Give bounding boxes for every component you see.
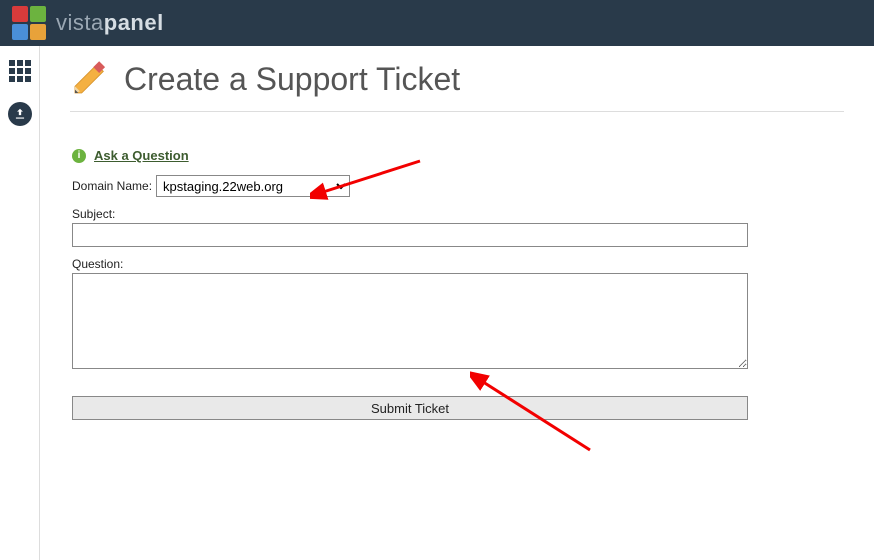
apps-grid-icon[interactable] [9, 60, 31, 82]
ticket-form: i Ask a Question Domain Name: kpstaging.… [70, 148, 750, 420]
brand-part2: panel [104, 10, 164, 35]
pencil-icon [70, 58, 110, 101]
submit-ticket-button[interactable]: Submit Ticket [72, 396, 748, 420]
topbar: vistapanel [0, 0, 874, 46]
domain-label: Domain Name: [72, 179, 152, 193]
question-textarea[interactable] [72, 273, 748, 369]
domain-row: Domain Name: kpstaging.22web.org [72, 175, 748, 197]
brand-text: vistapanel [56, 10, 164, 36]
question-label: Question: [72, 257, 123, 271]
logo-icon [12, 6, 46, 40]
left-nav [0, 46, 40, 560]
domain-select[interactable]: kpstaging.22web.org [156, 175, 350, 197]
brand-part1: vista [56, 10, 104, 35]
subject-label: Subject: [72, 207, 115, 221]
page-header: Create a Support Ticket [70, 58, 844, 112]
page-title: Create a Support Ticket [124, 61, 460, 98]
info-icon: i [72, 149, 86, 163]
subject-input[interactable] [72, 223, 748, 247]
ask-question-row: i Ask a Question [72, 148, 748, 163]
question-row: Question: [72, 257, 748, 372]
upload-icon[interactable] [8, 102, 32, 126]
main-content: Create a Support Ticket i Ask a Question… [40, 46, 874, 560]
subject-row: Subject: [72, 207, 748, 247]
ask-question-link[interactable]: Ask a Question [94, 148, 189, 163]
